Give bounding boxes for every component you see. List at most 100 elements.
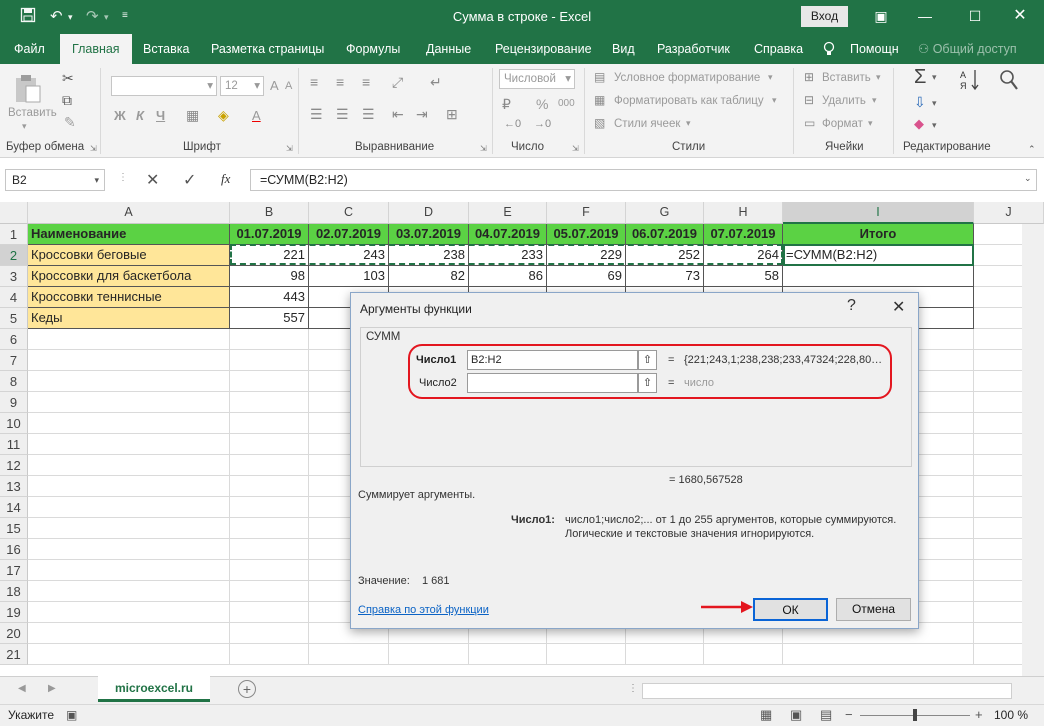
number-launcher-icon[interactable]: ⇲ (572, 144, 579, 153)
empty-cell[interactable] (469, 644, 547, 665)
empty-cell[interactable] (230, 350, 309, 371)
name-box[interactable]: B2 ▾ (5, 169, 105, 191)
paste-label[interactable]: Вставить (8, 107, 57, 119)
decrease-font-icon[interactable]: A (285, 80, 292, 92)
cell-styles-icon[interactable]: ▧ (594, 116, 605, 130)
tab-data[interactable]: Данные (426, 34, 471, 64)
borders-icon[interactable]: ▦ (186, 107, 199, 124)
column-header-g[interactable]: G (626, 202, 704, 224)
column-header-f[interactable]: F (547, 202, 626, 224)
zoom-level[interactable]: 100 % (994, 708, 1028, 722)
empty-cell[interactable] (28, 413, 230, 434)
delete-cells-dropdown-icon[interactable]: ▾ (872, 95, 877, 106)
column-header-b[interactable]: B (230, 202, 309, 224)
font-name-box[interactable]: ▾ (111, 76, 217, 96)
empty-cell[interactable] (230, 560, 309, 581)
row-header-13[interactable]: 13 (0, 476, 28, 497)
conditional-format-dropdown-icon[interactable]: ▾ (768, 72, 773, 83)
cancel-entry-icon[interactable]: ✕ (146, 170, 159, 190)
row-header-20[interactable]: 20 (0, 623, 28, 644)
empty-cell[interactable] (230, 455, 309, 476)
header-date-cell[interactable]: 04.07.2019 (469, 224, 547, 245)
align-top-icon[interactable]: ≡ (310, 74, 318, 90)
header-date-cell[interactable]: 05.07.2019 (547, 224, 626, 245)
empty-cell[interactable] (309, 644, 389, 665)
dialog-help-button[interactable]: ? (847, 297, 856, 315)
normal-view-icon[interactable]: ▦ (760, 707, 772, 723)
sheet-splitter-icon[interactable]: ⋮ (628, 683, 638, 694)
empty-cell[interactable] (28, 434, 230, 455)
product-name-cell[interactable]: Кроссовки теннисные (28, 287, 230, 308)
empty-cell[interactable] (230, 644, 309, 665)
clear-icon[interactable]: ◆ (914, 116, 924, 132)
header-date-cell[interactable]: 01.07.2019 (230, 224, 309, 245)
zoom-out-icon[interactable]: − (845, 707, 853, 722)
empty-cell[interactable] (230, 434, 309, 455)
tab-help[interactable]: Справка (754, 34, 803, 64)
next-sheet-icon[interactable]: ▶ (48, 683, 56, 694)
row-header-17[interactable]: 17 (0, 560, 28, 581)
row-header-21[interactable]: 21 (0, 644, 28, 665)
header-date-cell[interactable]: 02.07.2019 (309, 224, 389, 245)
empty-cell[interactable] (28, 518, 230, 539)
insert-cells-button[interactable]: Вставить (822, 72, 871, 84)
column-header-j[interactable]: J (974, 202, 1044, 224)
number-format-box[interactable]: Числовой ▾ (499, 69, 575, 89)
ok-button[interactable]: ОК (753, 598, 828, 621)
total-cell[interactable] (783, 266, 974, 287)
page-break-view-icon[interactable]: ▤ (820, 707, 832, 723)
empty-cell[interactable] (389, 644, 469, 665)
value-cell[interactable]: 82 (389, 266, 469, 287)
empty-cell[interactable] (28, 371, 230, 392)
column-header-a[interactable]: A (28, 202, 230, 224)
macro-record-icon[interactable]: ▣ (66, 708, 77, 722)
value-cell[interactable]: 557 (230, 308, 309, 329)
prev-sheet-icon[interactable]: ◀ (18, 683, 26, 694)
clipboard-launcher-icon[interactable]: ⇲ (90, 144, 97, 153)
minimize-icon[interactable]: — (910, 4, 940, 28)
copy-icon[interactable]: ⧉ (62, 92, 72, 109)
thousands-button[interactable]: 000 (558, 98, 575, 109)
row-header-16[interactable]: 16 (0, 539, 28, 560)
select-all-corner[interactable] (0, 202, 28, 224)
sheet-tab-active[interactable]: microexcel.ru (98, 676, 210, 702)
zoom-in-icon[interactable]: + (975, 707, 983, 722)
empty-cell[interactable] (230, 518, 309, 539)
ribbon-display-options-icon[interactable]: ▣ (866, 4, 896, 28)
empty-cell[interactable] (230, 476, 309, 497)
cell-styles-dropdown-icon[interactable]: ▾ (686, 118, 691, 129)
clear-dropdown-icon[interactable]: ▾ (932, 120, 937, 131)
value-cell[interactable]: 73 (626, 266, 704, 287)
conditional-format-icon[interactable]: ▤ (594, 70, 605, 84)
italic-button[interactable]: К (136, 108, 144, 123)
autosum-icon[interactable]: Σ (914, 66, 926, 89)
lightbulb-icon[interactable] (822, 34, 836, 64)
value-cell[interactable]: 58 (704, 266, 783, 287)
value-cell[interactable]: 98 (230, 266, 309, 287)
value-cell[interactable]: 443 (230, 287, 309, 308)
empty-cell[interactable] (28, 350, 230, 371)
cell-styles-button[interactable]: Стили ячеек (614, 118, 680, 130)
row-header-1[interactable]: 1 (0, 224, 28, 245)
paste-icon[interactable] (14, 74, 42, 107)
format-table-icon[interactable]: ▦ (594, 93, 605, 107)
empty-cell[interactable] (783, 644, 974, 665)
collapse-ribbon-icon[interactable]: ⌃ (1028, 144, 1036, 155)
row-header-18[interactable]: 18 (0, 581, 28, 602)
insert-cells-icon[interactable]: ⊞ (804, 70, 814, 84)
header-name-cell[interactable]: Наименование (28, 224, 230, 245)
row-header-3[interactable]: 3 (0, 266, 28, 287)
row-header-2[interactable]: 2 (0, 245, 28, 266)
empty-cell[interactable] (230, 602, 309, 623)
tab-insert[interactable]: Вставка (143, 34, 189, 64)
insert-cells-dropdown-icon[interactable]: ▾ (876, 72, 881, 83)
row-header-5[interactable]: 5 (0, 308, 28, 329)
empty-cell[interactable] (28, 455, 230, 476)
percent-button[interactable]: % (536, 96, 548, 112)
add-sheet-icon[interactable]: + (238, 680, 256, 698)
font-size-box[interactable]: 12 ▾ (220, 76, 264, 96)
paste-dropdown-icon[interactable]: ▾ (22, 121, 27, 132)
align-center-icon[interactable]: ☰ (336, 106, 349, 123)
header-date-cell[interactable]: 07.07.2019 (704, 224, 783, 245)
row-header-11[interactable]: 11 (0, 434, 28, 455)
